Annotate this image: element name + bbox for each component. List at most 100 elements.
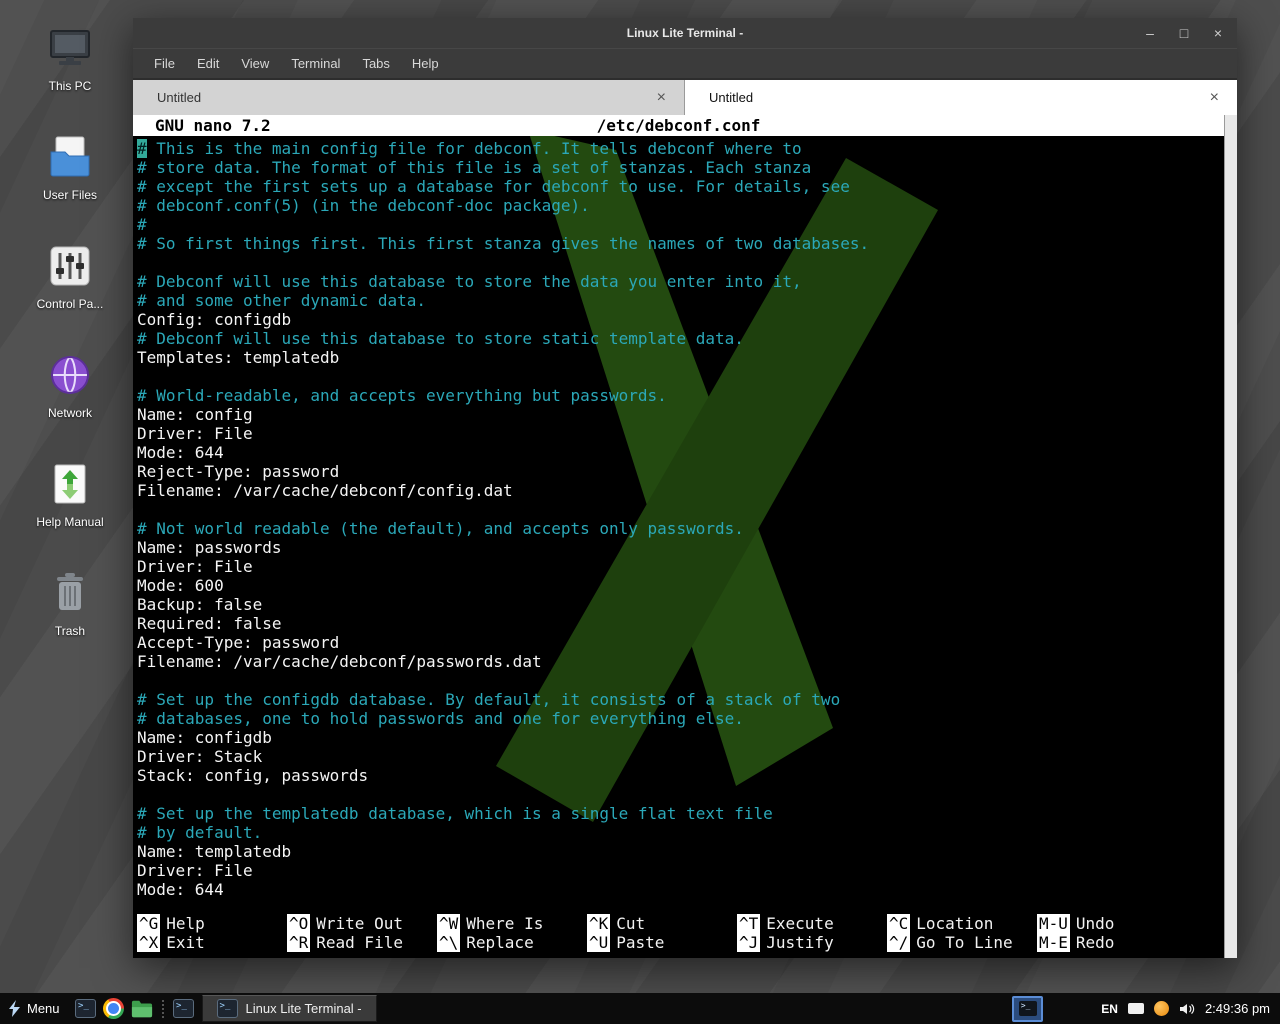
shortcut-key: ^C (887, 914, 910, 933)
desktop-icon-trash[interactable]: Trash (20, 569, 120, 638)
desktop-icon-this-pc[interactable]: This PC (20, 24, 120, 93)
tab-1[interactable]: Untitled × (133, 80, 685, 115)
desktop-icon-help-manual[interactable]: Help Manual (20, 460, 120, 529)
nano-line: Driver: File (137, 424, 1237, 443)
this-pc-icon (46, 24, 94, 72)
menu-terminal[interactable]: Terminal (280, 52, 351, 75)
shortcut-label: Justify (760, 933, 833, 952)
shortcut-label: Read File (310, 933, 403, 952)
scrollbar[interactable] (1224, 115, 1237, 958)
volume-icon[interactable] (1179, 1002, 1195, 1016)
shortcut-justify: ^JJustify (737, 933, 887, 952)
terminal-icon: >_ (75, 999, 96, 1018)
shortcut-execute: ^TExecute (737, 914, 887, 933)
shortcut-label: Redo (1070, 933, 1115, 952)
start-menu-button[interactable]: Menu (0, 993, 72, 1024)
shortcut-where-is: ^WWhere Is (437, 914, 587, 933)
tray-terminal-icon[interactable]: >_ (1012, 996, 1043, 1022)
window-controls: – □ × (1143, 18, 1225, 48)
start-menu-label: Menu (27, 1001, 60, 1016)
desktop-icon-label: Network (48, 406, 92, 420)
menu-tabs[interactable]: Tabs (351, 52, 400, 75)
menu-file[interactable]: File (143, 52, 186, 75)
display-icon[interactable] (1128, 1003, 1144, 1014)
shortcut-paste: ^UPaste (587, 933, 737, 952)
window-titlebar[interactable]: Linux Lite Terminal - –□× (133, 18, 1237, 48)
shortcut-key: M-E (1037, 933, 1070, 952)
close-button[interactable]: × (1211, 26, 1225, 40)
nano-line: Filename: /var/cache/debconf/passwords.d… (137, 652, 1237, 671)
nano-shortcuts: ^GHelp^OWrite Out^WWhere Is^KCut^TExecut… (137, 914, 1224, 952)
desktop-icon-label: Control Pa... (37, 297, 104, 311)
keyboard-layout-indicator[interactable]: EN (1101, 1002, 1118, 1016)
terminal-window-icon-button[interactable]: >_ (171, 996, 197, 1022)
terminal-icon: >_ (173, 999, 194, 1018)
shortcut-key: ^O (287, 914, 310, 933)
shortcut-row: ^XExit^RRead File^\Replace^UPaste^JJusti… (137, 933, 1224, 952)
nano-line: # World-readable, and accepts everything… (137, 386, 1237, 405)
tab-label: Untitled (709, 90, 753, 105)
desktop-icon-label: User Files (43, 188, 97, 202)
shortcut-key: ^K (587, 914, 610, 933)
nano-line: # except the first sets up a database fo… (137, 177, 1237, 196)
nano-line: # Debconf will use this database to stor… (137, 272, 1237, 291)
notifier-icon[interactable] (1154, 1001, 1169, 1016)
shortcut-redo: M-ERedo (1037, 933, 1187, 952)
desktop-icon-user-files[interactable]: User Files (20, 133, 120, 202)
shortcut-label: Replace (460, 933, 533, 952)
shortcut-undo: M-UUndo (1037, 914, 1187, 933)
shortcut-help: ^GHelp (137, 914, 287, 933)
menu-edit[interactable]: Edit (186, 52, 230, 75)
terminal-icon: >_ (1019, 1001, 1037, 1016)
taskbar-window-button[interactable]: >_ Linux Lite Terminal - (202, 995, 377, 1022)
network-icon (46, 351, 94, 399)
nano-line: # (137, 215, 1237, 234)
browser-launcher[interactable] (101, 996, 127, 1022)
nano-line: Name: passwords (137, 538, 1237, 557)
nano-line: Driver: File (137, 861, 1237, 880)
nano-line: # This is the main config file for debco… (137, 139, 1237, 158)
nano-content: # This is the main config file for debco… (133, 136, 1237, 899)
shortcut-go-to-line: ^/Go To Line (887, 933, 1037, 952)
clock[interactable]: 2:49:36 pm (1205, 1001, 1270, 1016)
control-panel-icon (46, 242, 94, 290)
desktop-icon-label: Trash (55, 624, 85, 638)
shortcut-label: Paste (610, 933, 664, 952)
shortcut-read-file: ^RRead File (287, 933, 437, 952)
tab-label: Untitled (157, 90, 201, 105)
shortcut-label: Help (160, 914, 205, 933)
minimize-button[interactable]: – (1143, 26, 1157, 40)
nano-line (137, 671, 1237, 690)
terminal-icon: >_ (217, 999, 238, 1018)
nano-line: # databases, one to hold passwords and o… (137, 709, 1237, 728)
tab-close-icon[interactable]: × (657, 90, 666, 106)
shortcut-label: Undo (1070, 914, 1115, 933)
text-cursor: # (137, 139, 147, 158)
shortcut-key: ^G (137, 914, 160, 933)
desktop-icon-network[interactable]: Network (20, 351, 120, 420)
shortcut-label: Write Out (310, 914, 403, 933)
maximize-button[interactable]: □ (1177, 26, 1191, 40)
terminal-view[interactable]: /etc/debconf.conf GNU nano 7.2 # This is… (133, 115, 1237, 958)
tab-2[interactable]: Untitled × (685, 80, 1237, 115)
nano-line: Driver: File (137, 557, 1237, 576)
desktop-icon-control-panel[interactable]: Control Pa... (20, 242, 120, 311)
shortcut-key: ^X (137, 933, 160, 952)
shortcut-label: Cut (610, 914, 645, 933)
shortcut-replace: ^\Replace (437, 933, 587, 952)
shortcut-key: ^/ (887, 933, 910, 952)
nano-line: Name: config (137, 405, 1237, 424)
shortcut-label: Location (910, 914, 993, 933)
nano-line: Accept-Type: password (137, 633, 1237, 652)
nano-line: # by default. (137, 823, 1237, 842)
menu-help[interactable]: Help (401, 52, 450, 75)
terminal-launcher[interactable]: >_ (73, 996, 99, 1022)
desktop-icon-label: This PC (49, 79, 92, 93)
nano-line (137, 253, 1237, 272)
shortcut-label: Execute (760, 914, 833, 933)
file-manager-launcher[interactable] (129, 996, 155, 1022)
nano-line: Templates: templatedb (137, 348, 1237, 367)
menu-view[interactable]: View (230, 52, 280, 75)
tab-close-icon[interactable]: × (1210, 90, 1219, 106)
nano-line (137, 367, 1237, 386)
